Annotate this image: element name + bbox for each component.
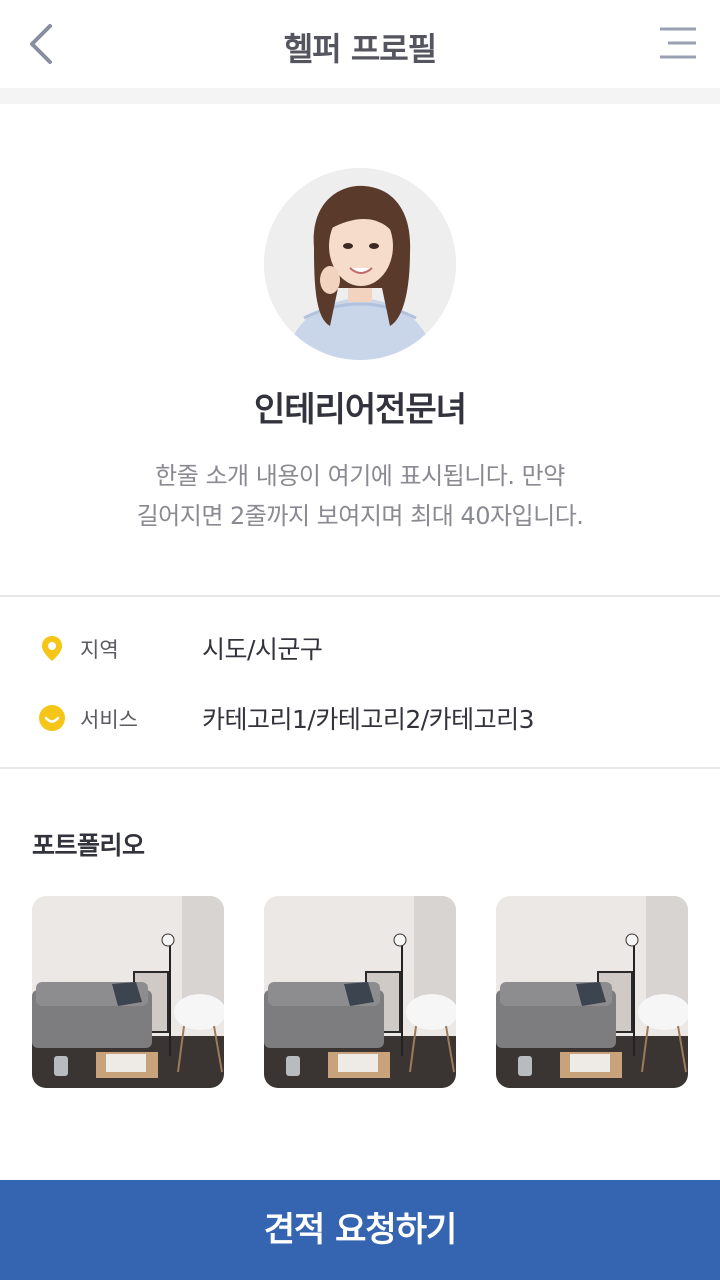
region-row: 지역 시도/시군구 [0,620,720,676]
service-row: 서비스 카테고리1/카테고리2/카테고리3 [0,690,720,746]
section-divider [0,595,720,597]
location-pin-icon [42,636,62,661]
avatar [264,168,456,360]
portfolio-item[interactable] [32,896,224,1088]
profile-section: 인테리어전문녀 한줄 소개 내용이 여기에 표시됩니다. 만약 길어지면 2줄까… [0,104,720,596]
portfolio-photo [264,896,456,1088]
page-title: 헬퍼 프로필 [283,30,437,68]
region-value: 시도/시군구 [202,635,323,664]
region-label: 지역 [80,638,119,662]
intro-line-2: 길어지면 2줄까지 보여지며 최대 40자입니다. [136,502,584,530]
request-quote-button[interactable]: 견적 요청하기 [0,1180,720,1280]
profile-intro: 한줄 소개 내용이 여기에 표시됩니다. 만약 길어지면 2줄까지 보여지며 최… [60,456,660,536]
portfolio-photo [496,896,688,1088]
menu-button[interactable] [658,26,698,62]
portfolio-item[interactable] [496,896,688,1088]
menu-icon [660,27,696,59]
smile-icon [39,705,65,731]
portfolio-item[interactable] [264,896,456,1088]
header-divider [0,88,720,104]
service-value: 카테고리1/카테고리2/카테고리3 [202,705,535,734]
intro-line-1: 한줄 소개 내용이 여기에 표시됩니다. 만약 [155,462,565,490]
profile-name: 인테리어전문녀 [254,390,467,430]
app-header: 헬퍼 프로필 [0,0,720,88]
portfolio-photo [32,896,224,1088]
service-label: 서비스 [80,708,138,732]
section-divider [0,767,720,769]
portfolio-title: 포트폴리오 [32,831,145,860]
